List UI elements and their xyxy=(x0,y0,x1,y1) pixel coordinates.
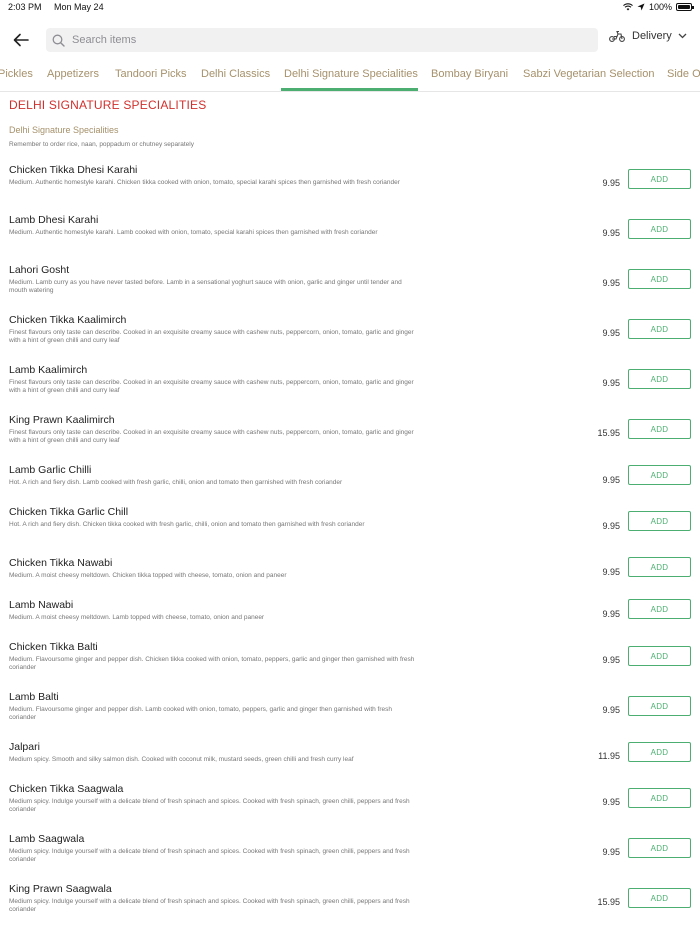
battery-percent: 100% xyxy=(648,2,672,12)
category-tabs: Pickles Appetizers Tandoori Picks Delhi … xyxy=(0,62,700,92)
menu-item-name: Lamb Balti xyxy=(9,691,59,703)
menu-item-description: Medium. Flavoursome ginger and pepper di… xyxy=(9,656,415,672)
tab-sabzi-vegetarian-selection[interactable]: Sabzi Vegetarian Selection xyxy=(523,68,654,80)
back-button[interactable] xyxy=(10,29,32,51)
add-button[interactable]: ADD xyxy=(628,599,691,619)
menu-item-name: Lamb Garlic Chilli xyxy=(9,464,92,476)
tab-appetizers[interactable]: Appetizers xyxy=(47,68,99,80)
menu-item-name: Chicken Tikka Balti xyxy=(9,641,98,653)
menu-item-price: 9.95 xyxy=(602,278,620,288)
menu-item-price: 9.95 xyxy=(602,378,620,388)
add-button[interactable]: ADD xyxy=(628,269,691,289)
menu-item-price: 9.95 xyxy=(602,797,620,807)
menu-item-description: Finest flavours only taste can describe.… xyxy=(9,429,414,445)
add-button[interactable]: ADD xyxy=(628,888,691,908)
search-icon xyxy=(52,33,66,47)
menu-item-name: Lamb Nawabi xyxy=(9,599,74,611)
chevron-down-icon xyxy=(678,33,687,39)
location-arrow-icon xyxy=(637,3,645,11)
menu-item-name: Lahori Gosht xyxy=(9,264,70,276)
menu-item-price: 9.95 xyxy=(602,475,620,485)
tab-side-orders[interactable]: Side Orders xyxy=(667,68,700,80)
menu-item-price: 9.95 xyxy=(602,609,620,619)
menu-item-price: 9.95 xyxy=(602,705,620,715)
tab-tandoori-picks[interactable]: Tandoori Picks xyxy=(115,68,187,80)
status-bar: 2:03 PM Mon May 24 100% xyxy=(0,0,700,14)
add-button[interactable]: ADD xyxy=(628,465,691,485)
add-button[interactable]: ADD xyxy=(628,419,691,439)
menu-item-name: King Prawn Kaalimirch xyxy=(9,414,115,426)
menu-item-name: Chicken Tikka Kaalimirch xyxy=(9,314,127,326)
menu-item-price: 9.95 xyxy=(602,567,620,577)
tab-delhi-classics[interactable]: Delhi Classics xyxy=(201,68,270,80)
search-input[interactable] xyxy=(72,34,572,46)
menu-item-price: 9.95 xyxy=(602,847,620,857)
section-title: DELHI SIGNATURE SPECIALITIES xyxy=(9,98,207,112)
menu-item-description: Medium. Authentic homestyle karahi. Lamb… xyxy=(9,229,378,236)
add-button[interactable]: ADD xyxy=(628,646,691,666)
menu-item-name: Lamb Saagwala xyxy=(9,833,85,845)
menu-item-description: Medium. A moist cheesy meltdown. Chicken… xyxy=(9,572,287,579)
tab-bombay-biryani[interactable]: Bombay Biryani xyxy=(431,68,508,80)
menu-item-description: Hot. A rich and fiery dish. Lamb cooked … xyxy=(9,479,343,486)
menu-item-name: King Prawn Saagwala xyxy=(9,883,112,895)
scooter-icon xyxy=(609,30,625,42)
menu-item-description: Finest flavours only taste can describe.… xyxy=(9,329,414,345)
menu-item-description: Medium spicy. Indulge yourself with a de… xyxy=(9,798,410,814)
menu-item-name: Lamb Kaalimirch xyxy=(9,364,88,376)
menu-item-name: Chicken Tikka Saagwala xyxy=(9,783,124,795)
add-button[interactable]: ADD xyxy=(628,169,691,189)
add-button[interactable]: ADD xyxy=(628,219,691,239)
search-bar[interactable] xyxy=(46,28,598,52)
add-button[interactable]: ADD xyxy=(628,511,691,531)
menu-item-price: 15.95 xyxy=(597,897,620,907)
menu-item-name: Chicken Tikka Nawabi xyxy=(9,557,113,569)
delivery-selector[interactable]: Delivery xyxy=(608,30,687,42)
add-button[interactable]: ADD xyxy=(628,788,691,808)
menu-item-price: 9.95 xyxy=(602,328,620,338)
menu-item-price: 9.95 xyxy=(602,655,620,665)
status-time: 2:03 PM xyxy=(8,2,42,12)
menu-item-name: Chicken Tikka Dhesi Karahi xyxy=(9,164,138,176)
add-button[interactable]: ADD xyxy=(628,696,691,716)
tab-delhi-signature-specialities[interactable]: Delhi Signature Specialities xyxy=(284,68,418,80)
menu-item-price: 9.95 xyxy=(602,178,620,188)
arrow-left-icon xyxy=(13,33,29,47)
menu-item-price: 9.95 xyxy=(602,521,620,531)
add-button[interactable]: ADD xyxy=(628,319,691,339)
menu-item-name: Chicken Tikka Garlic Chill xyxy=(9,506,129,518)
add-button[interactable]: ADD xyxy=(628,838,691,858)
menu-item-description: Medium. Lamb curry as you have never tas… xyxy=(9,279,402,295)
status-date: Mon May 24 xyxy=(54,2,104,12)
menu-item-description: Medium spicy. Indulge yourself with a de… xyxy=(9,898,410,914)
add-button[interactable]: ADD xyxy=(628,742,691,762)
top-bar: Delivery xyxy=(0,24,700,56)
add-button[interactable]: ADD xyxy=(628,557,691,577)
battery-icon xyxy=(676,3,694,11)
menu-item-description: Medium spicy. Smooth and silky salmon di… xyxy=(9,756,354,763)
add-button[interactable]: ADD xyxy=(628,369,691,389)
menu-item-price: 15.95 xyxy=(597,428,620,438)
menu-item-name: Jalpari xyxy=(9,741,40,753)
menu-item-name: Lamb Dhesi Karahi xyxy=(9,214,99,226)
category-note: Remember to order rice, naan, poppadum o… xyxy=(9,141,194,148)
tab-pickles[interactable]: Pickles xyxy=(0,68,33,80)
menu-item-price: 9.95 xyxy=(602,228,620,238)
menu-item-price: 11.95 xyxy=(598,751,620,761)
menu-item-description: Medium. A moist cheesy meltdown. Lamb to… xyxy=(9,614,265,621)
menu-item-description: Medium. Authentic homestyle karahi. Chic… xyxy=(9,179,400,186)
delivery-label: Delivery xyxy=(632,30,672,42)
menu-item-description: Finest flavours only taste can describe.… xyxy=(9,379,414,395)
menu-item-description: Hot. A rich and fiery dish. Chicken tikk… xyxy=(9,521,365,528)
category-name: Delhi Signature Specialities xyxy=(9,125,119,135)
menu-item-description: Medium spicy. Indulge yourself with a de… xyxy=(9,848,410,864)
menu-item-description: Medium. Flavoursome ginger and pepper di… xyxy=(9,706,392,722)
wifi-icon xyxy=(623,3,633,11)
active-tab-indicator xyxy=(281,88,418,91)
